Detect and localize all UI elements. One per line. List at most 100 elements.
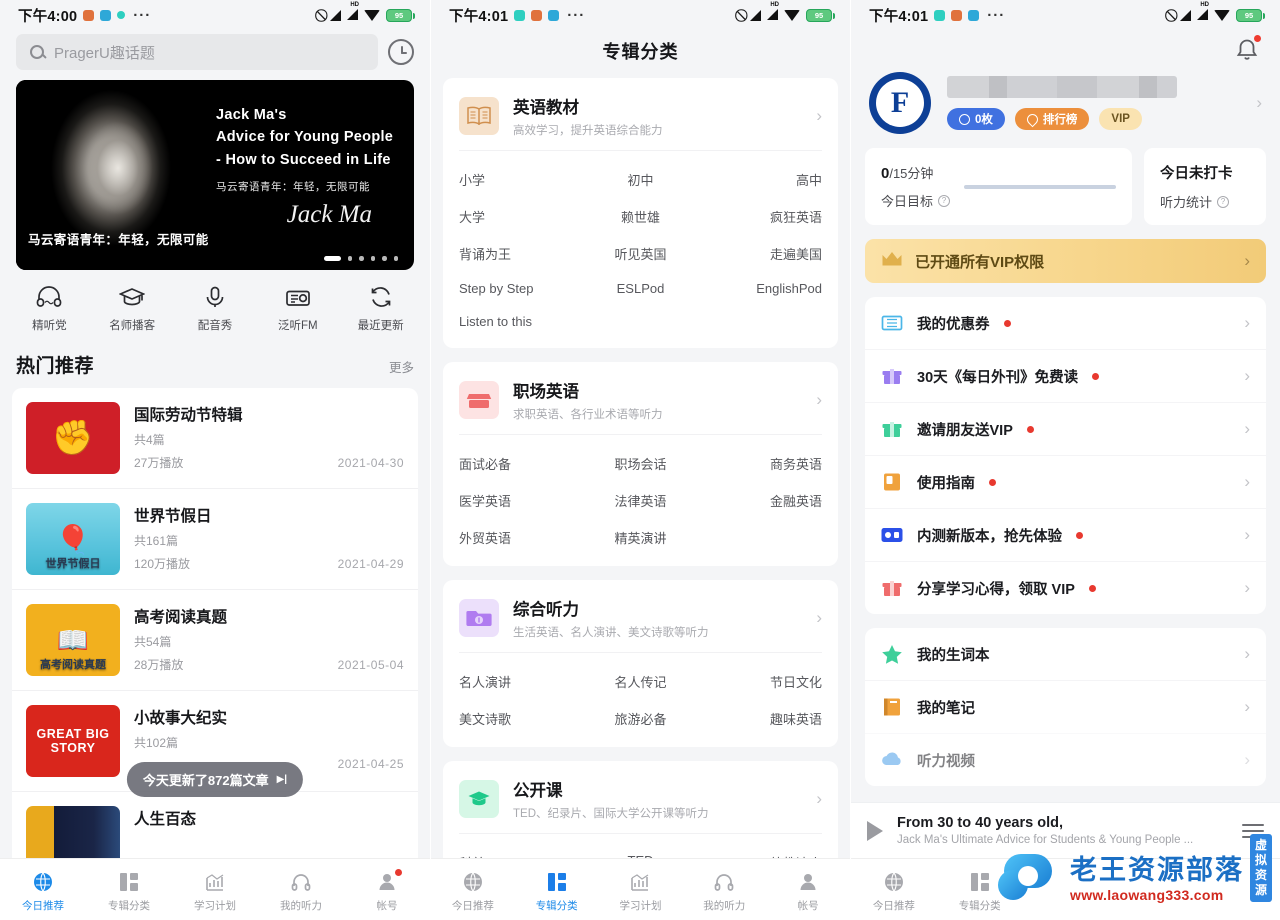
banner-dot[interactable] <box>382 256 387 261</box>
chevron-right-icon[interactable]: › <box>1244 750 1250 770</box>
chevron-right-icon[interactable]: › <box>816 608 822 628</box>
category-tag[interactable]: 外贸英语 <box>459 519 580 556</box>
tab-label: 专辑分类 <box>535 899 578 912</box>
category-tag[interactable]: 大学 <box>459 198 580 235</box>
info-icon[interactable]: ? <box>938 194 951 207</box>
category-tag[interactable]: 赖世雄 <box>580 198 701 235</box>
list-item[interactable]: ✊ 国际劳动节特辑 共4篇 27万播放 2021-04-30 <box>12 388 418 489</box>
banner-dot[interactable] <box>347 256 352 261</box>
list-item[interactable]: 🎈 世界节假日 世界节假日 共161篇 120万播放 2021-04-29 <box>12 489 418 590</box>
tab-my-listening[interactable]: 我的听力 <box>682 871 766 913</box>
category-tag[interactable]: 职场会话 <box>580 445 701 482</box>
category-tag[interactable]: 医学英语 <box>459 482 580 519</box>
tab-study-plan[interactable]: 学习计划 <box>599 871 683 913</box>
category-tag[interactable]: 旅游必备 <box>580 700 701 737</box>
hero-banner[interactable]: Jack Ma's Advice for Young People - How … <box>16 80 414 270</box>
quicknav-item-zuijingengxin[interactable]: 最近更新 <box>339 284 422 333</box>
chevron-right-icon[interactable]: › <box>1244 697 1250 717</box>
category-tag[interactable]: Listen to this <box>459 305 580 338</box>
banner-pagination-dots[interactable] <box>323 256 398 261</box>
menu-item-my-notes[interactable]: 我的笔记 › <box>865 680 1266 733</box>
stat-checkin[interactable]: 今日未打卡 听力统计? <box>1144 148 1266 225</box>
category-header[interactable]: 职场英语 求职英语、各行业术语等听力 › <box>443 376 838 434</box>
category-tag[interactable]: 美文诗歌 <box>459 700 580 737</box>
tab-today-recommend[interactable]: 今日推荐 <box>851 871 937 913</box>
tab-album-category[interactable]: 专辑分类 <box>515 871 599 913</box>
tab-album-category[interactable]: 专辑分类 <box>86 871 172 913</box>
stat-daily-goal[interactable]: 0/15分钟 今日目标? <box>865 148 1132 225</box>
list-item[interactable]: 📖 高考阅读真题 高考阅读真题 共54篇 28万播放 2021-05-04 <box>12 590 418 691</box>
tab-my-listening[interactable]: 我的听力 <box>258 871 344 913</box>
category-tag[interactable]: 商务英语 <box>701 445 822 482</box>
category-tag[interactable]: 高中 <box>701 161 822 198</box>
chevron-right-icon[interactable]: › <box>816 106 822 126</box>
category-tag[interactable]: 面试必备 <box>459 445 580 482</box>
category-tag[interactable]: Step by Step <box>459 272 580 305</box>
list-item[interactable]: GREAT BIG STORY 小故事大纪实 共102篇 2021-04-25 … <box>12 691 418 797</box>
chevron-right-icon[interactable]: › <box>1244 578 1250 598</box>
vip-status-banner[interactable]: 已开通所有VIP权限 › <box>865 239 1266 283</box>
avatar[interactable]: F <box>869 72 931 134</box>
category-tag[interactable]: 背诵为王 <box>459 235 580 272</box>
quicknav-item-fantingfm[interactable]: 泛听FM <box>256 284 339 333</box>
more-link[interactable]: 更多 <box>389 357 414 376</box>
chevron-right-icon[interactable]: › <box>1244 644 1250 664</box>
quicknav-item-jingtingdang[interactable]: 精听党 <box>8 284 91 333</box>
category-tag[interactable]: 初中 <box>580 161 701 198</box>
category-tag[interactable]: 法律英语 <box>580 482 701 519</box>
tab-account[interactable]: 帐号 <box>344 868 430 913</box>
badge-ranking[interactable]: 排行榜 <box>1014 108 1090 130</box>
category-tag[interactable]: ESLPod <box>580 272 701 305</box>
tab-today-recommend[interactable]: 今日推荐 <box>0 871 86 913</box>
menu-item-share-experience[interactable]: 分享学习心得，领取 VIP › <box>865 561 1266 614</box>
badge-coins[interactable]: 0枚 <box>947 108 1005 130</box>
tab-account[interactable]: 帐号 <box>766 871 850 913</box>
badge-vip[interactable]: VIP <box>1099 108 1142 130</box>
menu-item-invite-friends[interactable]: 邀请朋友送VIP › <box>865 402 1266 455</box>
update-toast[interactable]: 今天更新了872篇文章 ▶| <box>126 762 304 797</box>
menu-item-free-read[interactable]: 30天《每日外刊》免费读 › <box>865 349 1266 402</box>
category-tag[interactable]: 走遍美国 <box>701 235 822 272</box>
quicknav-item-mingshibokee[interactable]: 名师播客 <box>91 284 174 333</box>
banner-dot[interactable] <box>370 256 375 261</box>
chevron-right-icon[interactable]: › <box>1244 366 1250 386</box>
chevron-right-icon[interactable]: › <box>1244 419 1250 439</box>
category-tag[interactable]: 名人演讲 <box>459 663 580 700</box>
banner-dot[interactable] <box>359 256 364 261</box>
tab-study-plan[interactable]: 学习计划 <box>172 871 258 913</box>
category-tag[interactable]: 节日文化 <box>701 663 822 700</box>
category-tag[interactable]: 听见英国 <box>580 235 701 272</box>
banner-dot[interactable] <box>323 256 341 261</box>
banner-dot[interactable] <box>393 256 398 261</box>
chevron-right-icon[interactable]: › <box>816 390 822 410</box>
menu-item-my-coupons[interactable]: 我的优惠券 › <box>865 297 1266 349</box>
chevron-right-icon[interactable]: › <box>1244 251 1250 271</box>
chevron-right-icon[interactable]: › <box>816 789 822 809</box>
chevron-right-icon[interactable]: › <box>1244 525 1250 545</box>
chevron-right-icon[interactable]: › <box>1256 93 1262 113</box>
tab-today-recommend[interactable]: 今日推荐 <box>431 871 515 913</box>
bell-icon[interactable] <box>1234 35 1261 64</box>
category-tag[interactable]: 金融英语 <box>701 482 822 519</box>
menu-item-partial[interactable]: 听力视频 › <box>865 733 1266 786</box>
category-tag[interactable]: 精英演讲 <box>580 519 701 556</box>
search-input[interactable]: PragerU趣话题 <box>16 34 378 70</box>
info-icon[interactable]: ? <box>1217 195 1230 208</box>
category-tag[interactable]: 名人传记 <box>580 663 701 700</box>
category-header[interactable]: 公开课 TED、纪录片、国际大学公开课等听力 › <box>443 775 838 833</box>
category-tag[interactable]: EnglishPod <box>701 272 822 305</box>
clock-icon[interactable] <box>388 39 414 65</box>
category-header[interactable]: 英语教材 高效学习，提升英语综合能力 › <box>443 92 838 150</box>
chevron-right-icon[interactable]: › <box>1244 472 1250 492</box>
category-tag[interactable]: 小学 <box>459 161 580 198</box>
quicknav-item-peiyinxiu[interactable]: 配音秀 <box>174 284 257 333</box>
menu-item-user-guide[interactable]: 使用指南 › <box>865 455 1266 508</box>
category-header[interactable]: 综合听力 生活英语、名人演讲、美文诗歌等听力 › <box>443 594 838 652</box>
menu-item-vocabulary-book[interactable]: 我的生词本 › <box>865 628 1266 680</box>
menu-item-beta-version[interactable]: 内测新版本，抢先体验 › <box>865 508 1266 561</box>
category-tag[interactable]: 疯狂英语 <box>701 198 822 235</box>
play-icon[interactable] <box>867 820 883 841</box>
chevron-right-icon[interactable]: › <box>1244 313 1250 333</box>
category-tag[interactable]: 趣味英语 <box>701 700 822 737</box>
profile-row[interactable]: F 0枚 排行榜 VIP › <box>851 66 1280 148</box>
